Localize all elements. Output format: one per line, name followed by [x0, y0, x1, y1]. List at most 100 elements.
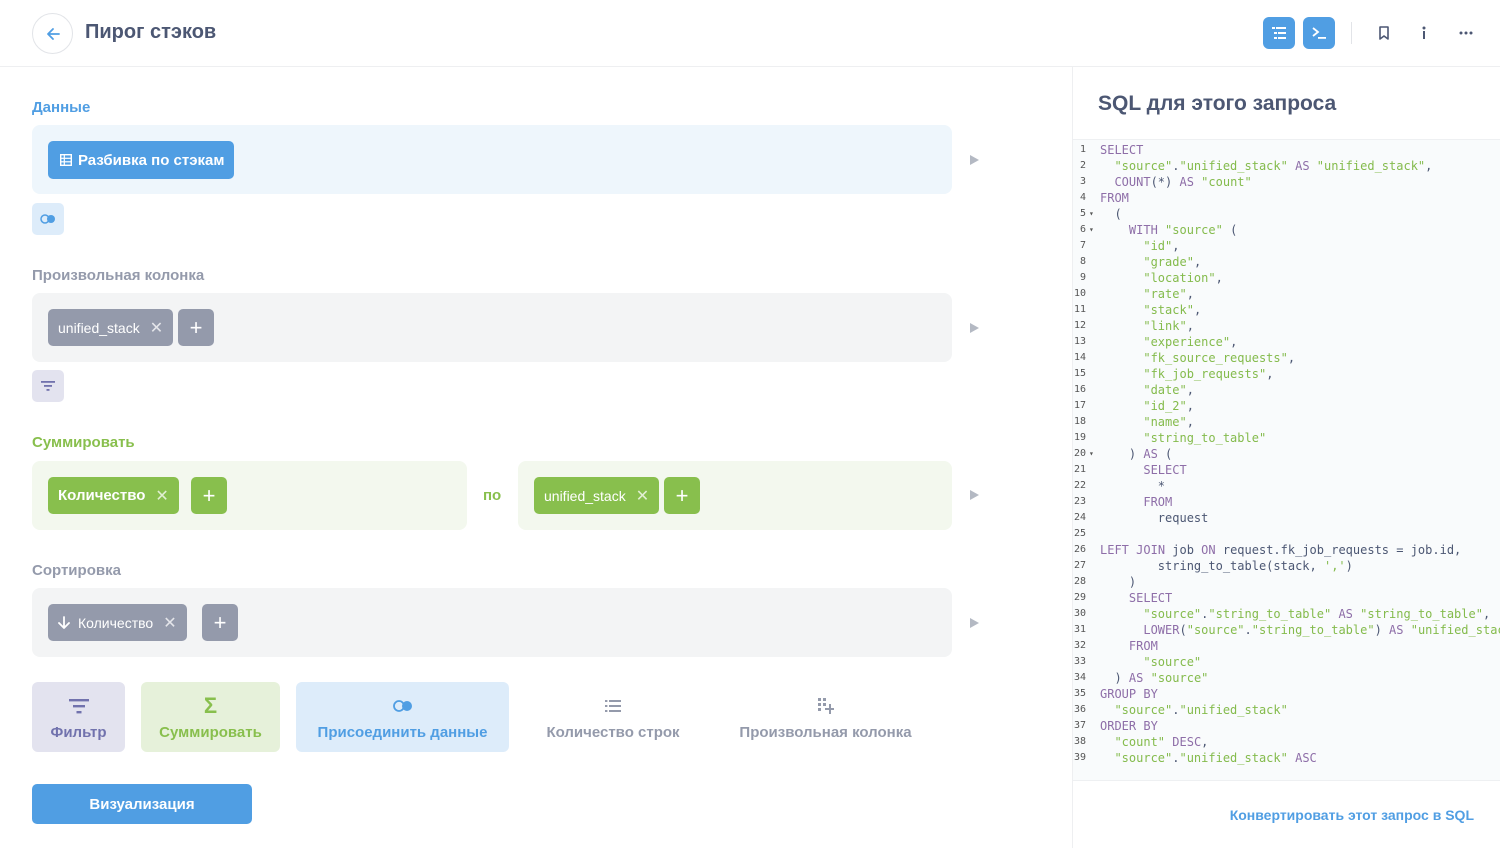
line-number: 26 — [1073, 544, 1086, 555]
close-icon[interactable]: ✕ — [163, 613, 176, 633]
arrow-left-icon — [46, 27, 60, 40]
bookmark-button[interactable] — [1368, 17, 1400, 49]
run-step-arrow[interactable] — [970, 155, 979, 165]
line-number: 14 — [1073, 352, 1086, 363]
line-number: 17 — [1073, 400, 1086, 411]
back-button[interactable] — [32, 13, 73, 54]
close-icon[interactable]: ✕ — [155, 486, 168, 506]
line-number: 2 — [1079, 160, 1086, 171]
filter-step-button[interactable] — [32, 370, 64, 402]
code-line: 30 "source"."string_to_table" AS "string… — [1073, 606, 1500, 622]
code-text: "fk_job_requests", — [1143, 367, 1274, 381]
code-text: "grade", — [1143, 255, 1202, 269]
sort-section-label: Сортировка — [32, 562, 121, 579]
info-icon — [1422, 26, 1426, 39]
line-number: 4 — [1079, 192, 1086, 203]
line-number: 33 — [1073, 656, 1086, 667]
line-number: 13 — [1073, 336, 1086, 347]
add-custom-column-button[interactable]: + — [178, 309, 214, 346]
add-metric-button[interactable]: + — [191, 477, 227, 514]
groupby-pill[interactable]: unified_stack ✕ — [534, 477, 660, 514]
code-text: LEFT JOIN job ON request.fk_job_requests… — [1100, 543, 1462, 557]
line-number: 34 — [1073, 672, 1086, 683]
code-line: 27 string_to_table(stack, ',') — [1073, 558, 1500, 574]
line-number: 5 — [1079, 208, 1086, 219]
close-icon[interactable]: ✕ — [636, 486, 649, 506]
info-button[interactable] — [1408, 17, 1440, 49]
filter-action-button[interactable]: Фильтр — [32, 682, 125, 752]
line-number: 9 — [1079, 272, 1086, 283]
plus-icon: + — [202, 482, 216, 508]
code-text: ) AS ( — [1100, 447, 1173, 461]
fold-toggle-icon[interactable]: ▾ — [1089, 446, 1094, 462]
code-line: 29 SELECT — [1073, 590, 1500, 606]
add-groupby-button[interactable]: + — [664, 477, 700, 514]
line-number: 24 — [1073, 512, 1086, 523]
run-step-arrow[interactable] — [970, 490, 979, 500]
join-step-button[interactable] — [32, 203, 64, 235]
line-number: 35 — [1073, 688, 1086, 699]
code-line: 39 "source"."unified_stack" ASC — [1073, 750, 1500, 766]
filter-icon — [41, 381, 55, 391]
fold-toggle-icon[interactable]: ▾ — [1089, 206, 1094, 222]
custom-column-action-button[interactable]: Произвольная колонка — [717, 682, 934, 752]
notebook-toggle-button[interactable] — [1263, 17, 1295, 49]
line-number: 36 — [1073, 704, 1086, 715]
by-label: по — [483, 487, 502, 504]
code-text: "source"."unified_stack" ASC — [1114, 751, 1317, 765]
run-step-arrow[interactable] — [970, 618, 979, 628]
join-action-label: Присоединить данные — [317, 723, 488, 741]
page-title: Пирог стэков — [85, 21, 217, 43]
ellipsis-icon — [1459, 31, 1473, 35]
join-action-button[interactable]: Присоединить данные — [296, 682, 509, 752]
close-icon[interactable]: ✕ — [150, 318, 163, 338]
line-number: 3 — [1079, 176, 1086, 187]
code-text: COUNT(*) AS "count" — [1114, 175, 1252, 189]
code-line: 36 "source"."unified_stack" — [1073, 702, 1500, 718]
line-number: 27 — [1073, 560, 1086, 571]
line-number: 15 — [1073, 368, 1086, 379]
code-text: GROUP BY — [1100, 687, 1158, 701]
code-line: 17 "id_2", — [1073, 398, 1500, 414]
header: Пирог стэков — [0, 0, 1500, 67]
code-line: 20 ▾ ) AS ( — [1073, 446, 1500, 462]
line-number: 39 — [1073, 752, 1086, 763]
fold-toggle-icon[interactable]: ▾ — [1089, 222, 1094, 238]
code-line: 32 FROM — [1073, 638, 1500, 654]
table-icon — [60, 154, 72, 166]
code-line: 6 ▾ WITH "source" ( — [1073, 222, 1500, 238]
code-text: "source"."unified_stack" AS "unified_sta… — [1114, 159, 1433, 173]
code-line: 22 * — [1073, 478, 1500, 494]
add-sort-button[interactable]: + — [202, 604, 238, 641]
line-number: 31 — [1073, 624, 1086, 635]
line-number: 22 — [1073, 480, 1086, 491]
join-icon — [40, 214, 55, 224]
code-line: 35 GROUP BY — [1073, 686, 1500, 702]
custom-column-pill[interactable]: unified_stack ✕ — [48, 309, 174, 346]
code-text: "fk_source_requests", — [1143, 351, 1296, 365]
visualize-button[interactable]: Визуализация — [32, 784, 252, 824]
more-button[interactable] — [1450, 17, 1482, 49]
code-line: 33 "source" — [1073, 654, 1500, 670]
row-count-action-button[interactable]: Количество строк — [525, 682, 701, 752]
line-number: 1 — [1079, 144, 1086, 155]
line-number: 21 — [1073, 464, 1086, 475]
metric-pill-label: Количество — [58, 487, 146, 504]
run-step-arrow[interactable] — [970, 323, 979, 333]
code-text: FROM — [1100, 191, 1129, 205]
code-line: 18 "name", — [1073, 414, 1500, 430]
sql-preview-button[interactable] — [1303, 17, 1335, 49]
code-text: SELECT — [1143, 463, 1187, 477]
line-number: 37 — [1073, 720, 1086, 731]
filter-icon — [68, 698, 89, 713]
code-text: "count" DESC, — [1114, 735, 1209, 749]
summarize-action-label: Суммировать — [159, 723, 262, 741]
metric-pill[interactable]: Количество ✕ — [48, 477, 179, 514]
convert-to-sql-link[interactable]: Конвертировать этот запрос в SQL — [1230, 807, 1474, 823]
sort-pill[interactable]: Количество ✕ — [48, 604, 187, 641]
data-source-pill[interactable]: Разбивка по стэкам — [48, 141, 235, 179]
code-text: SELECT — [1100, 143, 1144, 157]
summarize-action-button[interactable]: Σ Суммировать — [141, 682, 280, 752]
sql-code-editor[interactable]: 1 SELECT 2 "source"."unified_stack" AS "un… — [1073, 139, 1500, 781]
code-text: FROM — [1143, 495, 1173, 509]
